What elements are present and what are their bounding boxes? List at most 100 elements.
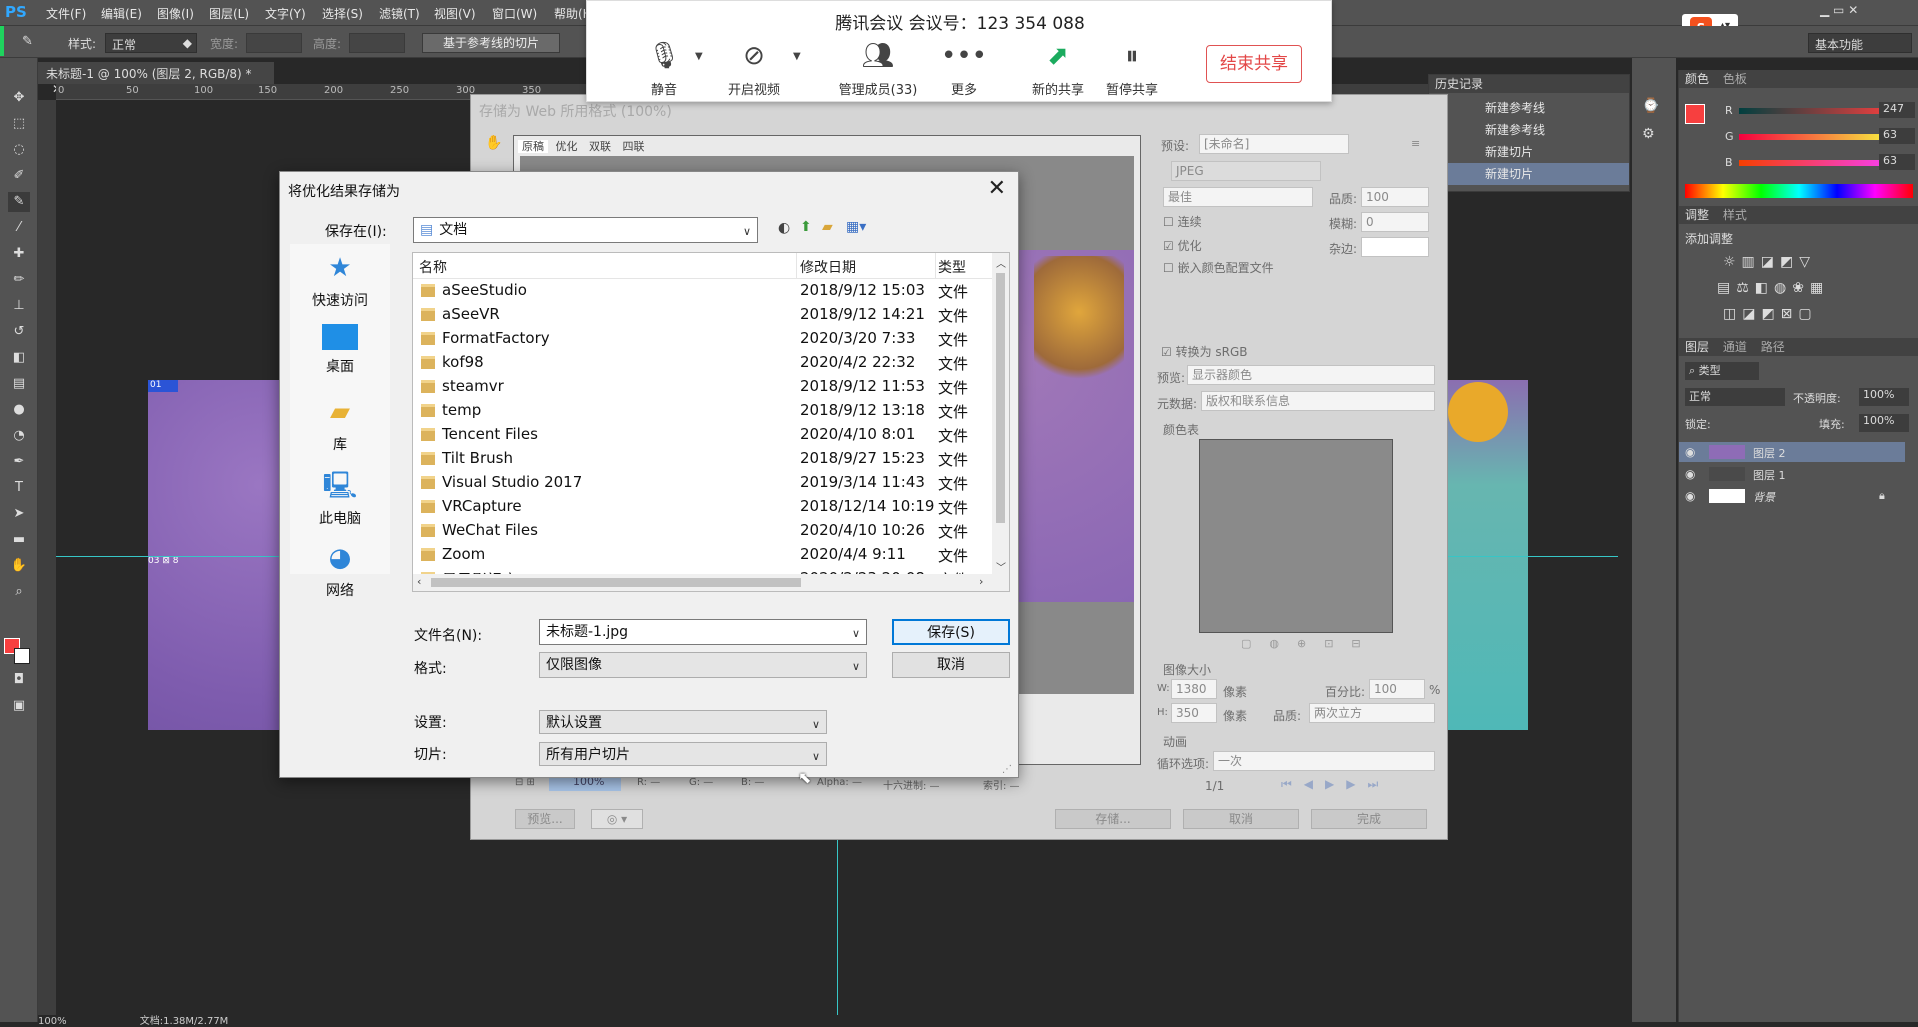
healing-brush-icon[interactable]: ✚ (8, 244, 30, 264)
vertical-scrollbar[interactable]: ︿ ﹀ (992, 253, 1009, 591)
history-item[interactable]: 新建参考线 (1429, 97, 1629, 119)
manage-members-button[interactable]: 👥︎ 管理成员(33) (823, 41, 933, 98)
background-color-swatch[interactable] (14, 648, 30, 664)
progressive-checkbox[interactable]: ☐ 连续 (1163, 213, 1202, 230)
new-folder-icon[interactable]: ▰ (822, 219, 833, 235)
type-tool-icon[interactable]: T (8, 478, 30, 498)
place-library[interactable]: ▰ 库 (290, 396, 390, 454)
tab-optimized[interactable]: 优化 (552, 140, 582, 153)
back-icon[interactable]: ◐ (778, 220, 790, 236)
file-row[interactable]: aSeeVR 2018/9/12 14:21 文件 (413, 303, 993, 327)
fill-input[interactable]: 100% (1859, 414, 1909, 432)
history-panel-icon[interactable]: ⌚ (1642, 98, 1666, 118)
place-this-pc[interactable]: 🖳︎ 此电脑 (290, 470, 390, 528)
quality-preset-select[interactable]: 最佳 (1163, 187, 1313, 207)
menu-view[interactable]: 视图(V) (434, 5, 476, 22)
scroll-right-icon[interactable]: › (979, 575, 983, 588)
width-input[interactable] (246, 33, 302, 53)
adjustment-icons[interactable]: ▤⚖◧◍❀▦ (1717, 280, 1829, 296)
window-controls[interactable]: ▁ ▭ ✕ (1820, 3, 1858, 17)
menu-edit[interactable]: 编辑(E) (101, 5, 142, 22)
dodge-tool-icon[interactable]: ◔ (8, 426, 30, 446)
brush-tool-icon[interactable]: ✏ (8, 270, 30, 290)
history-brush-icon[interactable]: ↺ (8, 322, 30, 342)
history-item[interactable]: 新建切片 (1429, 141, 1629, 163)
zoom-minus-plus[interactable]: ⊟ ⊞ (515, 777, 535, 788)
optimized-checkbox[interactable]: ☑ 优化 (1163, 237, 1202, 254)
sfw-cancel-button[interactable]: 取消 (1183, 809, 1299, 829)
menu-file[interactable]: 文件(F) (46, 5, 86, 22)
tab-channels[interactable]: 通道 (1723, 340, 1747, 354)
g-value[interactable]: 63 (1879, 128, 1915, 144)
scroll-up-icon[interactable]: ︿ (996, 255, 1006, 270)
file-row[interactable]: Zoom 2020/4/4 9:11 文件 (413, 543, 993, 567)
width-input[interactable]: 1380 (1171, 679, 1217, 699)
zoom-tool-icon[interactable]: ⌕ (8, 582, 30, 602)
style-select[interactable]: 正常 ◆ (105, 33, 197, 53)
tab-layers[interactable]: 图层 (1685, 340, 1709, 354)
start-video-button[interactable]: ⊘ 开启视频 (709, 41, 799, 98)
menu-type[interactable]: 文字(Y) (265, 5, 306, 22)
eraser-icon[interactable]: ◧ (8, 348, 30, 368)
percent-input[interactable]: 100 (1369, 679, 1425, 699)
hand-tool-icon[interactable]: ✋ (8, 556, 30, 576)
browser-select[interactable]: ◎ ▾ (591, 809, 643, 829)
g-slider[interactable] (1739, 134, 1899, 140)
preview-select[interactable]: 显示器颜色 (1187, 365, 1435, 385)
horizontal-scrollbar[interactable]: ‹ › (413, 574, 993, 591)
eye-icon[interactable]: ◉ (1685, 467, 1695, 481)
file-row[interactable]: steamvr 2018/9/12 11:53 文件 (413, 375, 993, 399)
tab-2up[interactable]: 双联 (585, 140, 615, 153)
adjustment-icons[interactable]: ☼▥◪◩▽ (1723, 254, 1816, 270)
scroll-down-icon[interactable]: ﹀ (996, 559, 1006, 574)
place-desktop[interactable]: 桌面 (290, 324, 390, 376)
save-in-select[interactable]: ▤ 文档 ∨ (413, 217, 758, 243)
resample-select[interactable]: 两次立方 (1309, 703, 1435, 723)
properties-panel-icon[interactable]: ⚙ (1642, 126, 1666, 146)
file-row[interactable]: kof98 2020/4/2 22:32 文件 (413, 351, 993, 375)
more-button[interactable]: ••• 更多 (919, 41, 1009, 98)
layer-row[interactable]: ◉ 图层 2 (1679, 442, 1905, 462)
slices-from-guides-button[interactable]: 基于参考线的切片 (422, 33, 560, 53)
r-value[interactable]: 247 (1879, 102, 1915, 118)
fg-swatch[interactable] (1685, 104, 1705, 124)
sfw-save-button[interactable]: 存储... (1055, 809, 1171, 829)
scroll-thumb[interactable] (996, 273, 1005, 523)
menu-select[interactable]: 选择(S) (322, 5, 363, 22)
rectangle-tool-icon[interactable]: ▬ (8, 530, 30, 550)
slice-tool-icon[interactable]: ✎ (8, 192, 30, 212)
document-tab[interactable]: 未标题-1 @ 100% (图层 2, RGB/8) * ✕ (38, 62, 274, 96)
save-button[interactable]: 保存(S) (892, 619, 1010, 645)
quality-input[interactable]: 100 (1361, 187, 1429, 207)
settings-select[interactable]: 默认设置 ∨ (539, 710, 827, 734)
close-icon[interactable]: ✕ (988, 176, 1006, 201)
tab-swatches[interactable]: 色板 (1723, 72, 1747, 86)
up-folder-icon[interactable]: ⬆ (800, 219, 812, 235)
mute-button[interactable]: 🎙︎ 静音 (619, 41, 709, 98)
file-row[interactable]: Visual Studio 2017 2019/3/14 11:43 文件 (413, 471, 993, 495)
sfw-done-button[interactable]: 完成 (1311, 809, 1427, 829)
format-select[interactable]: JPEG (1171, 161, 1321, 181)
file-row[interactable]: Tilt Brush 2018/9/27 15:23 文件 (413, 447, 993, 471)
tab-original[interactable]: 原稿 (518, 140, 548, 153)
tab-color[interactable]: 颜色 (1685, 72, 1709, 86)
file-row[interactable]: VRCapture 2018/12/14 10:19 文件 (413, 495, 993, 519)
layer-filter-select[interactable]: ⌕ 类型 (1685, 362, 1759, 380)
lasso-tool-icon[interactable]: ◌ (8, 140, 30, 160)
menu-icon[interactable]: ≡ (1411, 137, 1420, 150)
hand-tool-icon[interactable]: ✋ (485, 135, 502, 151)
gradient-icon[interactable]: ▤ (8, 374, 30, 394)
eye-icon[interactable]: ◉ (1685, 489, 1695, 503)
file-row[interactable]: Tencent Files 2020/4/10 8:01 文件 (413, 423, 993, 447)
r-slider[interactable] (1739, 108, 1899, 114)
tab-4up[interactable]: 四联 (619, 140, 649, 153)
cancel-button[interactable]: 取消 (892, 652, 1010, 678)
place-network[interactable]: ◕ 网络 (290, 542, 390, 600)
preview-button[interactable]: 预览... (515, 809, 575, 829)
loop-select[interactable]: 一次 (1213, 751, 1435, 771)
adjustment-icons[interactable]: ◫◪◩⊠▢ (1723, 306, 1818, 322)
b-value[interactable]: 63 (1879, 154, 1915, 170)
stamp-tool-icon[interactable]: ⊥ (8, 296, 30, 316)
view-menu-icon[interactable]: ▦▾ (846, 219, 866, 235)
menu-image[interactable]: 图像(I) (157, 5, 194, 22)
